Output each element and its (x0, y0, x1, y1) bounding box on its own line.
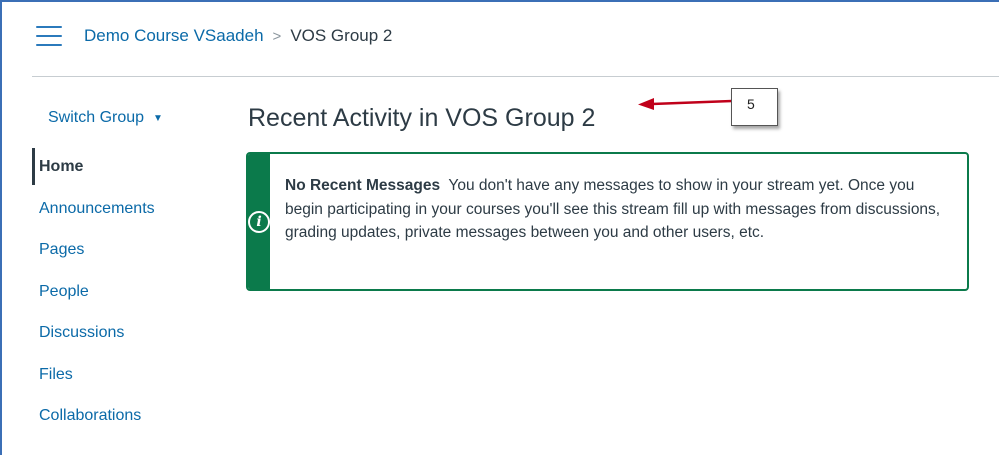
sidebar-item-home[interactable]: Home (32, 148, 202, 185)
info-icon: i (248, 210, 270, 233)
sidebar-item-pages[interactable]: Pages (32, 231, 202, 273)
header: Demo Course VSaadeh > VOS Group 2 (32, 18, 999, 54)
breadcrumb-separator: > (272, 27, 282, 45)
alert-body: No Recent Messages You don't have any me… (270, 154, 967, 289)
page-title: Recent Activity in VOS Group 2 (248, 104, 596, 132)
no-messages-alert: i No Recent Messages You don't have any … (246, 152, 969, 291)
breadcrumb: Demo Course VSaadeh > VOS Group 2 (84, 26, 392, 46)
alert-icon-column: i (248, 154, 270, 289)
caret-down-icon: ▼ (153, 112, 163, 124)
sidebar-item-collaborations[interactable]: Collaborations (32, 397, 202, 439)
switch-group-dropdown[interactable]: Switch Group ▼ (48, 109, 163, 127)
breadcrumb-current: VOS Group 2 (290, 26, 393, 45)
annotation-callout: 5 (731, 88, 778, 126)
breadcrumb-course-link[interactable]: Demo Course VSaadeh (84, 26, 264, 46)
alert-heading: No Recent Messages (285, 177, 441, 194)
sidebar-item-announcements[interactable]: Announcements (32, 190, 202, 232)
sidebar-item-people[interactable]: People (32, 273, 202, 315)
header-divider (32, 76, 999, 77)
sidebar-item-files[interactable]: Files (32, 356, 202, 398)
annotation-arrow-icon (638, 98, 733, 110)
course-nav: Home Announcements Pages People Discussi… (32, 148, 202, 439)
hamburger-menu-icon[interactable] (36, 26, 62, 46)
sidebar-item-discussions[interactable]: Discussions (32, 314, 202, 356)
switch-group-label: Switch Group (48, 109, 145, 126)
